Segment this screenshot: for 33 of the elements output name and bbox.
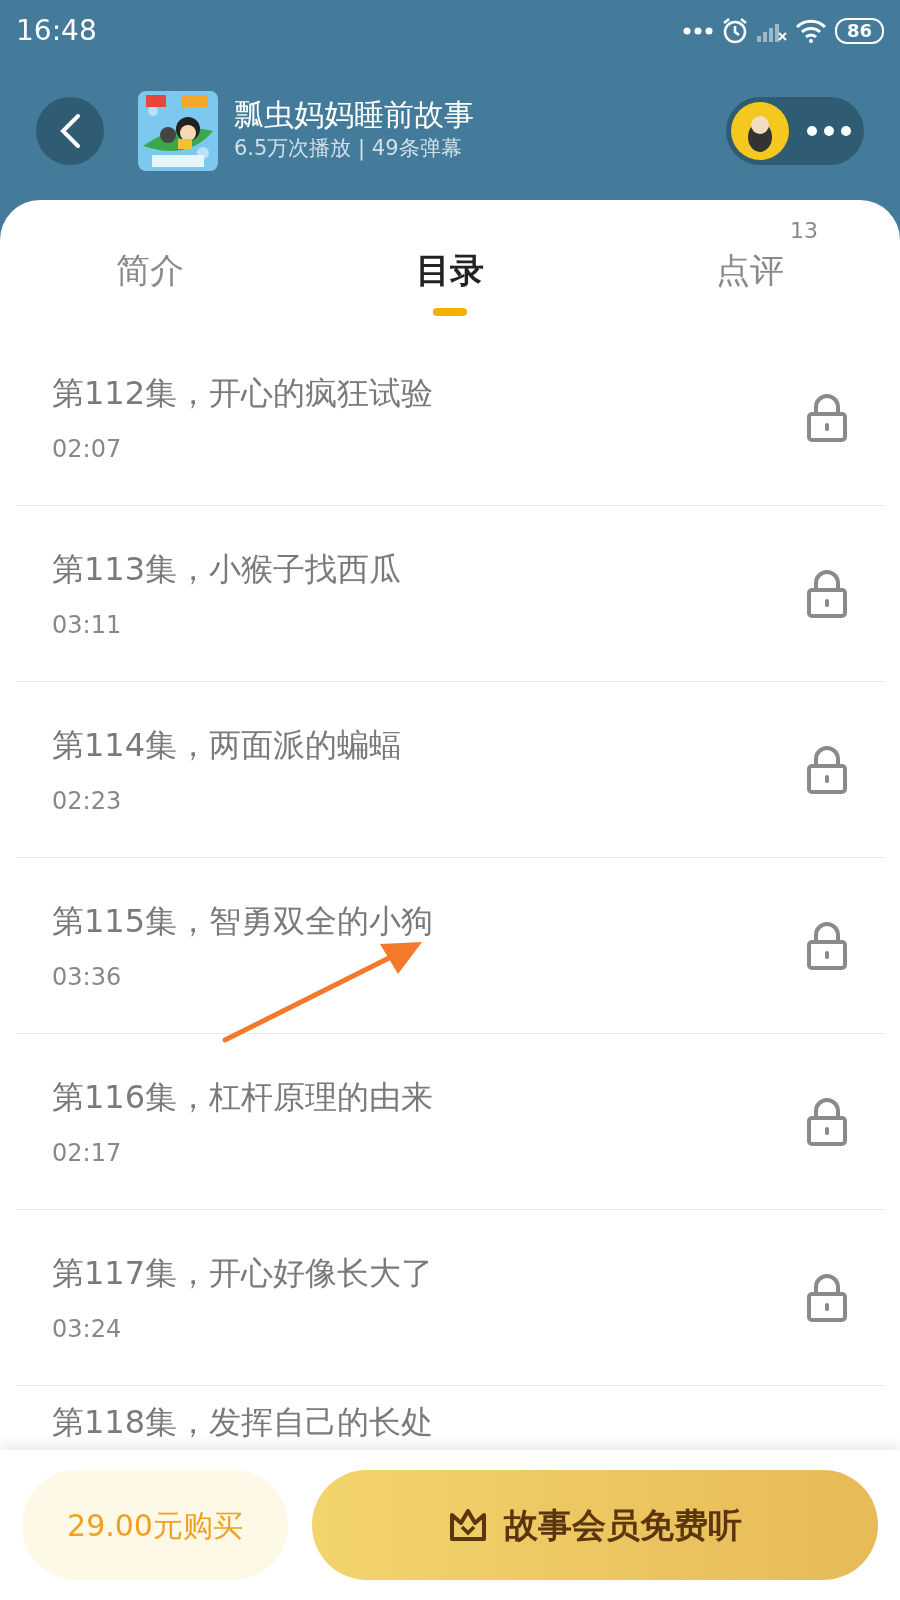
episode-title: 第115集，智勇双全的小狗 bbox=[52, 900, 434, 942]
avatar-icon bbox=[730, 101, 790, 161]
episode-title: 第118集，发挥自己的长处 bbox=[52, 1402, 434, 1443]
episode-duration: 03:24 bbox=[52, 1313, 123, 1345]
episode-duration: 02:17 bbox=[52, 1137, 123, 1169]
episode-row[interactable]: 第112集，开心的疯狂试验 02:07 bbox=[16, 330, 884, 506]
crown-icon bbox=[448, 1507, 488, 1543]
episode-row[interactable]: 第118集，发挥自己的长处 bbox=[16, 1386, 884, 1448]
tab[interactable]: 简介 bbox=[116, 200, 184, 330]
episode-title: 第113集，小猴子找西瓜 bbox=[52, 548, 402, 590]
back-icon bbox=[58, 113, 82, 149]
episode-title: 第117集，开心好像长大了 bbox=[52, 1252, 434, 1294]
episode-row[interactable]: 第117集，开心好像长大了 03:24 bbox=[16, 1210, 884, 1386]
status-time: 16:48 bbox=[16, 13, 97, 49]
episode-row[interactable]: 第113集，小猴子找西瓜 03:11 bbox=[16, 506, 884, 682]
episode-title: 第114集，两面派的蝙蝠 bbox=[52, 724, 402, 766]
more-dots-icon bbox=[682, 27, 713, 35]
battery-indicator: 86 bbox=[834, 18, 884, 44]
play-stats: 6.5万次播放 | 49条弹幕 bbox=[234, 135, 463, 163]
episode-row[interactable]: 第114集，两面派的蝙蝠 02:23 bbox=[16, 682, 884, 858]
episode-duration: 02:23 bbox=[52, 785, 123, 817]
member-button[interactable]: 故事会员免费听 bbox=[312, 1470, 878, 1580]
more-icon bbox=[806, 125, 852, 137]
show-title: 瓢虫妈妈睡前故事 bbox=[234, 97, 475, 134]
wifi-icon bbox=[794, 19, 827, 43]
episode-row[interactable]: 第116集，杠杆原理的由来 02:17 bbox=[16, 1034, 884, 1210]
count-superscript: 13 bbox=[790, 217, 818, 245]
tab[interactable]: 目录 bbox=[416, 200, 484, 330]
episode-duration: 03:11 bbox=[52, 609, 123, 641]
episode-duration: 02:07 bbox=[52, 433, 123, 465]
episode-title: 第116集，杠杆原理的由来 bbox=[52, 1076, 434, 1118]
episode-duration: 03:36 bbox=[52, 961, 123, 993]
episode-title: 第112集，开心的疯狂试验 bbox=[52, 372, 434, 414]
